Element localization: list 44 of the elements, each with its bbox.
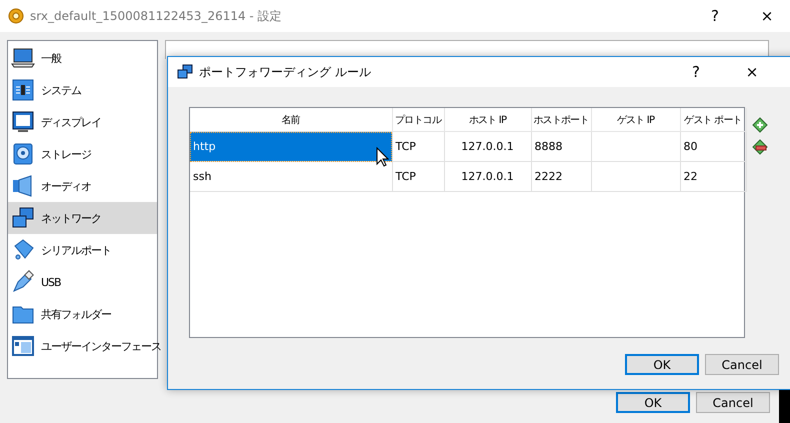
laptop-icon [11,46,35,70]
sidebar-item[interactable]: システム [8,74,157,106]
sidebar-item[interactable]: ネットワーク [8,202,157,234]
usb-plug-icon [11,270,35,294]
sidebar-item[interactable]: シリアルポート [8,234,157,266]
cancel-button[interactable]: Cancel [705,354,779,375]
chip-icon [11,78,35,102]
window-title: srx_default_1500081122453_26114 - 設定 [30,8,283,24]
table-cell: http [190,132,392,162]
cancel-button[interactable]: Cancel [696,392,770,413]
monitor-icon [11,110,35,134]
sidebar-item[interactable]: 共有フォルダー [8,298,157,330]
table-cell: 2222 [531,162,591,192]
sidebar-item[interactable]: ストレージ [8,138,157,170]
table-cell: 127.0.0.1 [444,162,531,192]
table-cell: TCP [392,162,444,192]
table-cell: 127.0.0.1 [444,132,531,162]
network-icon [11,206,35,230]
column-header[interactable]: ホストポート [531,108,591,132]
sidebar-item[interactable]: ディスプレイ [8,106,157,138]
window-icon [11,334,35,358]
cursor-icon [376,147,389,167]
table-cell: 22 [680,162,746,192]
table-cell: 8888 [531,132,591,162]
close-button[interactable]: × [729,57,775,87]
ok-button[interactable]: OK [616,392,690,413]
sidebar-item[interactable]: オーディオ [8,170,157,202]
sidebar-item[interactable]: 一般 [8,42,157,74]
sidebar-item[interactable]: USB [8,266,157,298]
column-header[interactable]: プロトコル [392,108,444,132]
help-button[interactable]: ? [692,1,738,31]
table-cell: 80 [680,132,746,162]
network-icon [177,64,193,80]
dialog-title: ポートフォワーディング ルール [199,64,372,80]
remove-icon[interactable] [752,139,768,155]
column-header[interactable]: ホスト IP [444,108,531,132]
help-button[interactable]: ? [673,57,719,87]
close-button[interactable]: × [744,1,790,31]
table-cell: TCP [392,132,444,162]
column-header[interactable]: ゲスト ポート [680,108,746,132]
add-icon[interactable] [752,117,768,133]
column-header[interactable]: ゲスト IP [591,108,680,132]
ok-button[interactable]: OK [625,354,699,375]
dark-area [779,388,790,423]
